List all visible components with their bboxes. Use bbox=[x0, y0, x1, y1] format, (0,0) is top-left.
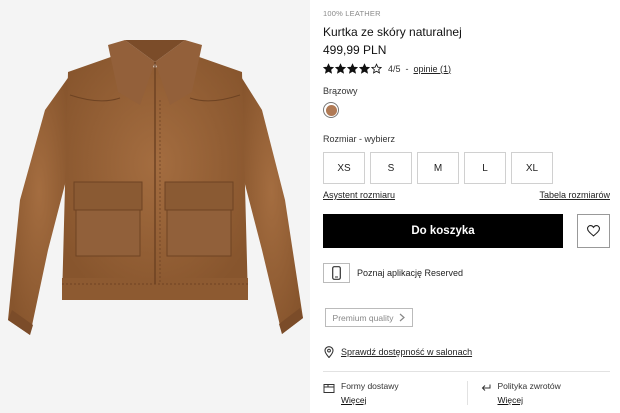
star-filled-icon bbox=[347, 63, 358, 74]
jacket-image bbox=[8, 40, 303, 335]
wishlist-button[interactable] bbox=[577, 214, 610, 248]
rating-separator: - bbox=[405, 63, 409, 74]
phone-icon-box bbox=[323, 263, 350, 283]
size-option-xl[interactable]: XL bbox=[511, 152, 553, 184]
star-empty-icon bbox=[371, 63, 382, 74]
product-price: 499,99 PLN bbox=[323, 43, 387, 57]
material-badge: 100% LEATHER bbox=[323, 9, 381, 18]
delivery-info: Formy dostawy Więcej bbox=[323, 381, 467, 405]
star-filled-icon bbox=[359, 63, 370, 74]
returns-info: Polityka zwrotów Więcej bbox=[466, 381, 611, 405]
color-swatch-brown[interactable] bbox=[323, 102, 339, 118]
package-icon bbox=[323, 384, 335, 393]
size-table-link[interactable]: Tabela rozmiarów bbox=[539, 190, 610, 200]
size-assistant-link[interactable]: Asystent rozmiaru bbox=[323, 190, 395, 200]
phone-icon bbox=[332, 266, 341, 280]
returns-label: Polityka zwrotów bbox=[497, 381, 561, 391]
star-filled-icon bbox=[323, 63, 334, 74]
premium-quality-label: Premium quality bbox=[332, 312, 394, 323]
app-promo-text: Poznaj aplikację Reserved bbox=[357, 268, 464, 278]
size-option-m[interactable]: M bbox=[417, 152, 459, 184]
store-availability-link[interactable]: Sprawdź dostępność w salonach bbox=[341, 347, 472, 357]
size-option-l[interactable]: L bbox=[464, 152, 506, 184]
delivery-more-link[interactable]: Więcej bbox=[341, 395, 399, 405]
size-label: Rozmiar - wybierz bbox=[323, 134, 396, 144]
heart-icon bbox=[587, 225, 600, 237]
reviews-link[interactable]: opinie (1) bbox=[414, 64, 452, 74]
location-pin-icon bbox=[324, 346, 334, 358]
size-selector: XS S M L XL bbox=[323, 152, 553, 184]
rating-stars bbox=[323, 63, 382, 74]
premium-quality-button[interactable]: Premium quality bbox=[325, 308, 413, 327]
divider bbox=[323, 371, 610, 372]
add-to-cart-button[interactable]: Do koszyka bbox=[323, 214, 563, 248]
product-image[interactable] bbox=[0, 0, 310, 413]
size-option-s[interactable]: S bbox=[370, 152, 412, 184]
delivery-label: Formy dostawy bbox=[341, 381, 399, 391]
shipping-returns: Formy dostawy Więcej Polityka zwrotów Wi… bbox=[323, 381, 610, 405]
app-promo[interactable]: Poznaj aplikację Reserved bbox=[323, 263, 463, 283]
product-info-panel: 100% LEATHER Kurtka ze skóry naturalnej … bbox=[323, 0, 615, 413]
chevron-right-icon bbox=[400, 313, 406, 322]
return-arrow-icon bbox=[481, 384, 490, 391]
color-swatch-fill bbox=[325, 104, 337, 116]
color-label: Brązowy bbox=[323, 86, 358, 96]
rating-score: 4/5 bbox=[388, 63, 401, 74]
star-filled-icon bbox=[335, 63, 346, 74]
product-title: Kurtka ze skóry naturalnej bbox=[323, 25, 462, 39]
returns-more-link[interactable]: Więcej bbox=[498, 395, 561, 405]
product-rating: 4/5 - opinie (1) bbox=[323, 62, 451, 75]
store-availability: Sprawdź dostępność w salonach bbox=[323, 346, 472, 358]
size-links: Asystent rozmiaru Tabela rozmiarów bbox=[323, 190, 610, 200]
size-option-xs[interactable]: XS bbox=[323, 152, 365, 184]
